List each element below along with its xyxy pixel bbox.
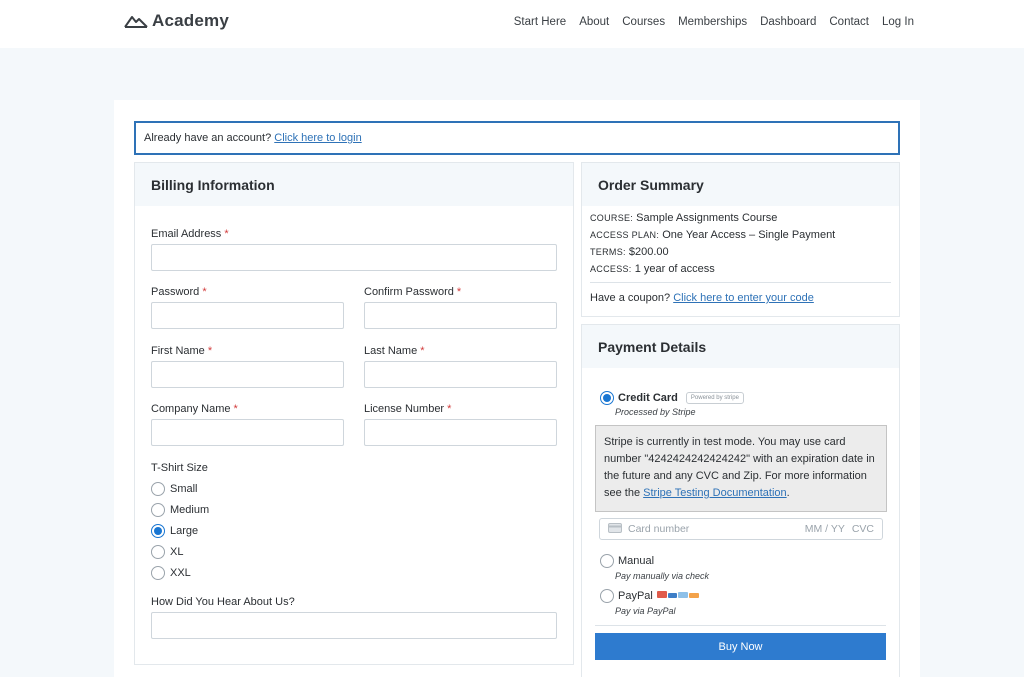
card-number-placeholder: Card number [628, 523, 690, 535]
manual-option[interactable]: Manual Pay manually via check [600, 554, 709, 581]
paypal-option[interactable]: PayPal Pay via PayPal [600, 589, 699, 616]
nav-dashboard[interactable]: Dashboard [760, 16, 816, 28]
company-field-group: Company Name * [151, 403, 344, 446]
nav-log-in[interactable]: Log In [882, 16, 914, 28]
mountain-logo-icon [124, 14, 148, 28]
credit-card-label: Credit Card [618, 392, 678, 404]
coupon-row: Have a coupon? Click here to enter your … [590, 292, 814, 304]
tshirt-option-small[interactable]: Small [151, 478, 351, 499]
last-name-field[interactable] [364, 361, 557, 388]
radio-small[interactable] [151, 481, 165, 496]
payment-divider [595, 625, 886, 626]
confirm-password-field-group: Confirm Password * [364, 286, 557, 329]
manual-sub: Pay manually via check [615, 571, 710, 581]
login-notice-text: Already have an account? [144, 132, 272, 144]
password-field-group: Password * [151, 286, 344, 329]
login-link[interactable]: Click here to login [274, 132, 361, 144]
password-field[interactable] [151, 302, 344, 329]
radio-xxl[interactable] [151, 565, 165, 580]
last-name-label: Last Name * [364, 345, 425, 357]
company-field[interactable] [151, 419, 344, 446]
confirm-password-field[interactable] [364, 302, 557, 329]
company-label: Company Name * [151, 403, 238, 415]
main-nav: Start Here About Courses Memberships Das… [514, 16, 914, 28]
checkout-card: Already have an account? Click here to l… [114, 100, 920, 677]
site-logo[interactable]: Academy [124, 11, 229, 31]
stripe-docs-link[interactable]: Stripe Testing Documentation [643, 487, 787, 499]
tshirt-option-medium[interactable]: Medium [151, 499, 351, 520]
radio-medium[interactable] [151, 502, 165, 517]
card-cvc-placeholder: CVC [851, 523, 874, 535]
license-field-group: License Number * [364, 403, 557, 446]
summary-course: COURSE: Sample Assignments Course [590, 212, 778, 224]
buy-now-button[interactable]: Buy Now [595, 633, 886, 660]
tshirt-option-xl[interactable]: XL [151, 541, 351, 562]
nav-about[interactable]: About [579, 16, 609, 28]
summary-divider [590, 282, 891, 283]
nav-contact[interactable]: Contact [829, 16, 869, 28]
billing-title: Billing Information [135, 163, 573, 206]
tshirt-size-group: T-Shirt Size Small Medium Large XL XXL [151, 462, 351, 583]
first-name-label: First Name * [151, 345, 213, 357]
summary-access: ACCESS: 1 year of access [590, 263, 715, 275]
email-label: Email Address * [151, 228, 229, 240]
nav-courses[interactable]: Courses [622, 16, 665, 28]
hear-about-field[interactable] [151, 612, 557, 639]
paypal-label: PayPal [618, 590, 653, 602]
manual-label: Manual [618, 555, 655, 567]
email-field-group: Email Address * [151, 228, 557, 271]
card-number-input[interactable]: Card number MM / YY CVC [599, 518, 883, 540]
payment-panel: Payment Details Credit Card Powered by s… [581, 324, 900, 677]
site-header: Academy Start Here About Courses Members… [0, 0, 1024, 48]
password-label: Password * [151, 286, 207, 298]
radio-credit-card[interactable] [600, 391, 614, 405]
stripe-test-notice: Stripe is currently in test mode. You ma… [595, 425, 887, 512]
billing-panel: Billing Information Email Address * Pass… [134, 162, 574, 665]
logo-text: Academy [152, 11, 229, 30]
summary-terms: TERMS: $200.00 [590, 246, 669, 258]
paypal-sub: Pay via PayPal [615, 606, 676, 616]
hear-about-label: How Did You Hear About Us? [151, 596, 295, 608]
radio-paypal[interactable] [600, 589, 614, 603]
confirm-password-label: Confirm Password * [364, 286, 462, 298]
card-expiry-placeholder: MM / YY [804, 523, 845, 535]
order-summary-title: Order Summary [582, 163, 899, 206]
stripe-badge: Powered by stripe [685, 392, 744, 404]
credit-card-sub: Processed by Stripe [615, 407, 696, 417]
first-name-field[interactable] [151, 361, 344, 388]
nav-memberships[interactable]: Memberships [678, 16, 747, 28]
tshirt-label: T-Shirt Size [151, 462, 208, 474]
last-name-field-group: Last Name * [364, 345, 557, 388]
radio-manual[interactable] [600, 554, 614, 568]
paypal-cards-icon [656, 590, 699, 602]
radio-xl[interactable] [151, 544, 165, 559]
tshirt-option-large[interactable]: Large [151, 520, 351, 541]
nav-start-here[interactable]: Start Here [514, 16, 566, 28]
hear-about-field-group: How Did You Hear About Us? [151, 596, 557, 639]
license-label: License Number * [364, 403, 452, 415]
order-summary-panel: Order Summary COURSE: Sample Assignments… [581, 162, 900, 317]
coupon-link[interactable]: Click here to enter your code [673, 292, 814, 304]
license-field[interactable] [364, 419, 557, 446]
email-field[interactable] [151, 244, 557, 271]
login-notice: Already have an account? Click here to l… [134, 121, 900, 155]
radio-large[interactable] [151, 523, 165, 538]
card-icon [608, 522, 622, 536]
credit-card-option[interactable]: Credit Card Powered by stripe Processed … [600, 391, 744, 417]
payment-title: Payment Details [582, 325, 899, 368]
first-name-field-group: First Name * [151, 345, 344, 388]
tshirt-option-xxl[interactable]: XXL [151, 562, 351, 583]
summary-access-plan: ACCESS PLAN: One Year Access – Single Pa… [590, 229, 836, 241]
